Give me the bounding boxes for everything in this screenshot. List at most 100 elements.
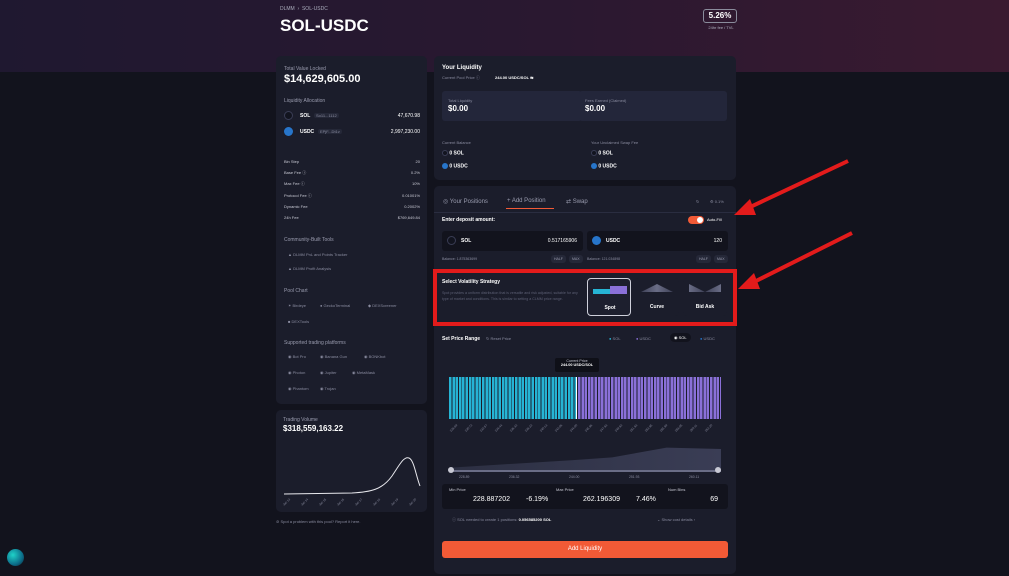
autofill-label: Auto-Fill [707,217,722,222]
autofill-toggle[interactable] [688,216,704,224]
platform-link[interactable]: ◉ Phantom [288,386,309,391]
usdc-input-symbol: USDC [606,238,621,244]
balance-sol: 0 SOL [442,150,464,156]
meteora-logo-icon[interactable] [7,549,24,566]
current-price-line [576,377,577,419]
sol-input-value: 0.517165906 [547,238,577,244]
bin-tick: 236.32 [508,423,519,433]
fee-value: 20 [415,159,420,164]
annotation-arrows [734,159,853,289]
platform-link[interactable]: ◉ Photon [288,370,305,375]
liquidity-histogram [449,377,721,419]
usdc-max-button[interactable]: MAX [714,255,728,263]
bin-tick: 240.13 [538,423,549,433]
sol-half-button[interactable]: HALF [551,255,566,263]
info-icon[interactable]: ⓘ [476,75,480,80]
usdc-half-button[interactable]: HALF [696,255,711,263]
page-title: SOL-USDC [280,16,369,35]
add-liquidity-button[interactable]: Add Liquidity [442,541,728,558]
sol-balance: Balance: 1.875363699 [442,257,478,261]
bin-tick: 234.44 [493,423,504,433]
bin-tick: 247.93 [598,423,609,433]
tab-add-position[interactable]: + Add Position [507,198,546,204]
usdc-bins [578,377,721,419]
fee-row: Bin Step 20 [284,159,420,164]
max-price-input[interactable]: 262.196309 [583,496,620,503]
platform-link[interactable]: ◉ Jupiter [320,370,337,375]
sol-input-symbol: SOL [461,238,472,244]
fee-label: Bin Step [284,159,300,164]
info-icon[interactable]: ⓘ [302,170,306,175]
community-link[interactable]: ▲ DLMM PnL and Points Tracker [288,252,347,257]
sol-icon [447,236,456,245]
platform-link[interactable]: ◉ BONKbot [364,354,386,359]
max-price-pct: 7.46% [636,496,656,503]
sol-max-button[interactable]: MAX [569,255,583,263]
range-max-handle[interactable] [715,467,721,473]
community-link[interactable]: ▲ DLMM Profit Analysis [288,266,331,271]
rent-text: SOL needed to create 1 positions: [457,517,518,522]
platform-link[interactable]: ◉ Banana Gun [320,354,347,359]
dextools-link[interactable]: ■ DEXTools [288,319,309,324]
bin-tick: 251.93 [628,423,639,433]
alloc-sol-address[interactable]: So11...1112 [314,113,339,118]
min-price-input[interactable]: 228.887202 [473,496,510,503]
fee-row: Dynamic Fee 0.2002% [284,204,420,209]
volume-date-tick: Jan 17 [353,497,364,507]
geckoterminal-link[interactable]: ● GeckoTerminal [320,303,350,308]
fee-sol: 0 SOL [591,150,613,156]
usdc-icon [284,127,293,136]
usdc-input-value: 120 [713,238,722,244]
reset-price-button[interactable]: ↻ Reset Price [486,336,511,341]
current-price-tooltip: Current Price 244.00 USDC/SOL [555,358,599,372]
tab-divider [434,212,736,213]
range-slider-track[interactable] [449,470,721,472]
slippage-setting[interactable]: ⚙ 0.1% [710,199,724,204]
trading-volume-card: Trading Volume $318,559,163.22 Jan 13 Ja… [276,410,427,512]
info-icon[interactable]: ⓘ [308,193,312,198]
bin-tick: 255.99 [658,423,669,433]
dexscreener-link[interactable]: ◆ DEXScreener [368,303,397,308]
platform-link[interactable]: ◉ Trojan [320,386,336,391]
bin-tick: 253.95 [643,423,654,433]
tab-your-positions[interactable]: ◎ Your Positions [443,198,488,205]
platform-link[interactable]: ◉ MetaMask [352,370,375,375]
toggle-sol[interactable]: ◉ SOL [670,333,691,342]
toggle-usdc[interactable]: ● USDC [700,336,715,341]
breadcrumb-dlmm[interactable]: DLMM [280,6,295,12]
volume-label: Trading Volume [283,417,318,423]
cost-details-toggle[interactable]: ⌄ Show cost details › [657,517,695,522]
tab-swap[interactable]: ⇄ Swap [566,198,588,205]
allocation-title: Liquidity Allocation [284,98,326,104]
sol-icon [284,111,293,120]
refresh-icon[interactable]: ↻ [696,199,699,204]
report-link[interactable]: ⊘ Spot a problem with this pool? Report … [276,519,361,524]
volume-date-tick: Jan 20 [407,497,418,507]
num-bins-input[interactable]: 69 [710,496,718,503]
current-balance-label: Current Balance [442,140,471,145]
pool-liquidity-shape [449,447,721,470]
your-liquidity-card: Your Liquidity Current Pool Price ⓘ 244.… [434,56,736,180]
max-price-label: Max Price [556,487,574,492]
volume-date-tick: Jan 19 [389,497,400,507]
info-icon[interactable]: ⓘ [301,181,305,186]
alloc-usdc-address[interactable]: EPjF...Dt1v [318,129,342,134]
platform-link[interactable]: ◉ Bot Pro [288,354,306,359]
bin-tick: 228.89 [448,423,459,433]
bin-tick: 230.72 [463,423,474,433]
allocation-row-sol: SOL So11...1112 47,670.98 [284,111,420,121]
min-price-label: Min Price [449,487,466,492]
fee-label: Max Fee ⓘ [284,181,305,186]
fee-usdc: 0 USDC [591,163,617,169]
price-bin-ticks: 228.89 230.72 232.57 234.44 236.32 238.2… [449,422,721,436]
swap-direction-icon[interactable]: ⇆ [530,75,533,80]
legend-sol: ● SOL [609,336,621,341]
usdc-amount-input[interactable]: USDC 120 [587,231,728,251]
sol-amount-input[interactable]: SOL 0.517165906 [442,231,583,251]
sol-icon [591,150,597,156]
num-bins-label: Num Bins [668,487,686,492]
platforms-title: Supported trading platforms [284,340,346,346]
range-min-handle[interactable] [448,467,454,473]
birdeye-link[interactable]: ✶ Birdeye [288,303,306,308]
fee-label: Dynamic Fee [284,204,308,209]
